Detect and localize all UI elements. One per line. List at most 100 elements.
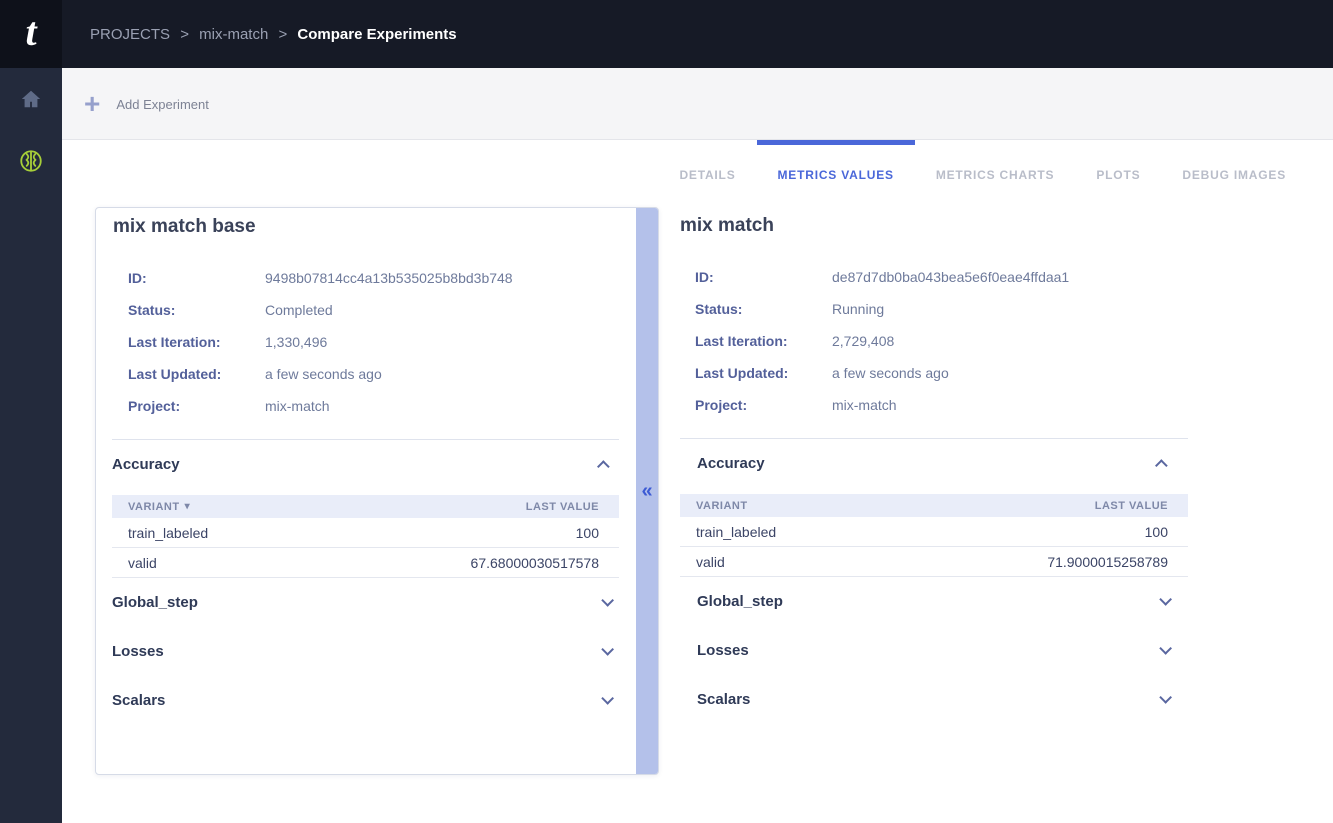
field-value: 2,729,408 — [832, 333, 894, 349]
sort-descending-icon[interactable]: ▾ — [185, 501, 191, 512]
chevron-down-icon — [601, 692, 614, 705]
metrics-table: VARIANT LAST VALUE train_labeled 100 val… — [680, 494, 1188, 577]
experiment-info: ID: de87d7db0ba043bea5e6f0eae4ffdaa1 Sta… — [695, 261, 1188, 421]
field-value: de87d7db0ba043bea5e6f0eae4ffdaa1 — [832, 269, 1069, 285]
sidebar-item-home[interactable] — [0, 68, 62, 130]
section-title: Losses — [697, 642, 749, 659]
tab-metrics-charts[interactable]: METRICS CHARTS — [915, 140, 1076, 198]
chevron-down-icon — [601, 594, 614, 607]
section-header-losses[interactable]: Losses — [112, 627, 619, 676]
status-value: Running — [832, 301, 884, 317]
column-header-variant[interactable]: VARIANT — [128, 501, 180, 513]
last-value-cell: 67.68000030517578 — [471, 555, 599, 571]
section-header-accuracy[interactable]: Accuracy — [112, 440, 619, 488]
variant-cell: valid — [128, 555, 157, 571]
app-logo[interactable]: t — [0, 0, 62, 68]
collapse-panel-button[interactable]: « — [635, 477, 659, 505]
table-row: train_labeled 100 — [112, 518, 619, 548]
metrics-table: VARIANT ▾ LAST VALUE train_labeled 100 v… — [112, 495, 619, 578]
last-value-cell: 100 — [576, 525, 599, 541]
tab-bar: DETAILS METRICS VALUES METRICS CHARTS PL… — [658, 140, 1307, 198]
tab-details[interactable]: DETAILS — [658, 140, 756, 198]
chevron-up-icon — [597, 460, 610, 473]
field-label: ID: — [128, 270, 265, 286]
variant-cell: valid — [696, 554, 725, 570]
field-value: mix-match — [265, 398, 330, 414]
field-label: Project: — [128, 398, 265, 414]
table-header-row: VARIANT LAST VALUE — [680, 494, 1188, 517]
status-value: Completed — [265, 302, 333, 318]
last-value-cell: 100 — [1145, 524, 1168, 540]
chevron-down-icon — [1159, 642, 1172, 655]
field-value: 9498b07814cc4a13b535025b8bd3b748 — [265, 270, 513, 286]
column-header-last-value[interactable]: LAST VALUE — [1095, 500, 1168, 512]
section-header-scalars[interactable]: Scalars — [112, 676, 619, 725]
breadcrumb: PROJECTS > mix-match > Compare Experimen… — [90, 26, 463, 43]
section-title: Scalars — [697, 691, 750, 708]
field-label: Project: — [695, 397, 832, 413]
chevron-down-icon — [1159, 691, 1172, 704]
column-header-last-value[interactable]: LAST VALUE — [526, 501, 599, 513]
variant-cell: train_labeled — [696, 524, 776, 540]
chevron-up-icon — [1155, 459, 1168, 472]
field-value: 1,330,496 — [265, 334, 327, 350]
field-value: a few seconds ago — [832, 365, 949, 381]
tab-metrics-values[interactable]: METRICS VALUES — [757, 140, 915, 198]
section-title: Global_step — [112, 594, 198, 611]
breadcrumb-current-page: Compare Experiments — [297, 26, 456, 43]
toolbar: + Add Experiment — [62, 68, 1333, 140]
experiment-title: mix match — [680, 207, 1188, 237]
section-header-global-step[interactable]: Global_step — [680, 577, 1188, 626]
tab-debug-images[interactable]: DEBUG IMAGES — [1161, 140, 1307, 198]
section-header-losses[interactable]: Losses — [680, 626, 1188, 675]
variant-cell: train_labeled — [128, 525, 208, 541]
info-row-id: ID: de87d7db0ba043bea5e6f0eae4ffdaa1 — [695, 261, 1188, 293]
section-title: Accuracy — [697, 455, 765, 472]
tab-plots[interactable]: PLOTS — [1075, 140, 1161, 198]
home-icon — [20, 88, 42, 110]
field-label: Status: — [695, 301, 832, 317]
column-header-variant[interactable]: VARIANT — [696, 500, 748, 512]
info-row-last-updated: Last Updated: a few seconds ago — [695, 357, 1188, 389]
section-title: Accuracy — [112, 456, 180, 473]
breadcrumb-projects[interactable]: PROJECTS — [90, 26, 170, 43]
info-row-last-iteration: Last Iteration: 1,330,496 — [128, 326, 658, 358]
experiment-panel-base: mix match base ID: 9498b07814cc4a13b5350… — [95, 207, 659, 775]
table-row: valid 67.68000030517578 — [112, 548, 619, 578]
section-header-scalars[interactable]: Scalars — [680, 675, 1188, 724]
table-header-row: VARIANT ▾ LAST VALUE — [112, 495, 619, 518]
section-header-global-step[interactable]: Global_step — [112, 578, 619, 627]
info-row-last-updated: Last Updated: a few seconds ago — [128, 358, 658, 390]
section-header-accuracy[interactable]: Accuracy — [680, 439, 1188, 487]
table-row: valid 71.9000015258789 — [680, 547, 1188, 577]
info-row-id: ID: 9498b07814cc4a13b535025b8bd3b748 — [128, 262, 658, 294]
brain-icon — [18, 148, 44, 174]
plus-icon: + — [84, 90, 100, 118]
collapsed-sections: Global_step Losses Scalars — [96, 578, 658, 725]
experiment-panel-compare: mix match ID: de87d7db0ba043bea5e6f0eae4… — [680, 207, 1188, 724]
field-label: Last Updated: — [695, 365, 832, 381]
field-label: ID: — [695, 269, 832, 285]
field-value: mix-match — [832, 397, 897, 413]
field-label: Last Iteration: — [695, 333, 832, 349]
chevron-down-icon — [601, 643, 614, 656]
trains-logo-icon: t — [25, 12, 36, 52]
section-title: Scalars — [112, 692, 165, 709]
add-experiment-button[interactable]: + Add Experiment — [84, 68, 209, 140]
table-row: train_labeled 100 — [680, 517, 1188, 547]
sidebar-item-brain[interactable] — [0, 130, 62, 192]
field-label: Last Updated: — [128, 366, 265, 382]
experiment-info: ID: 9498b07814cc4a13b535025b8bd3b748 Sta… — [128, 262, 658, 422]
field-label: Last Iteration: — [128, 334, 265, 350]
info-row-project: Project: mix-match — [695, 389, 1188, 421]
breadcrumb-project-name[interactable]: mix-match — [199, 26, 268, 43]
top-bar: t PROJECTS > mix-match > Compare Experim… — [0, 0, 1333, 68]
field-value: a few seconds ago — [265, 366, 382, 382]
breadcrumb-separator: > — [180, 26, 189, 43]
section-title: Global_step — [697, 593, 783, 610]
chevron-down-icon — [1159, 593, 1172, 606]
info-row-project: Project: mix-match — [128, 390, 658, 422]
breadcrumb-separator: > — [278, 26, 287, 43]
experiment-title: mix match base — [96, 208, 658, 238]
info-row-status: Status: Running — [695, 293, 1188, 325]
